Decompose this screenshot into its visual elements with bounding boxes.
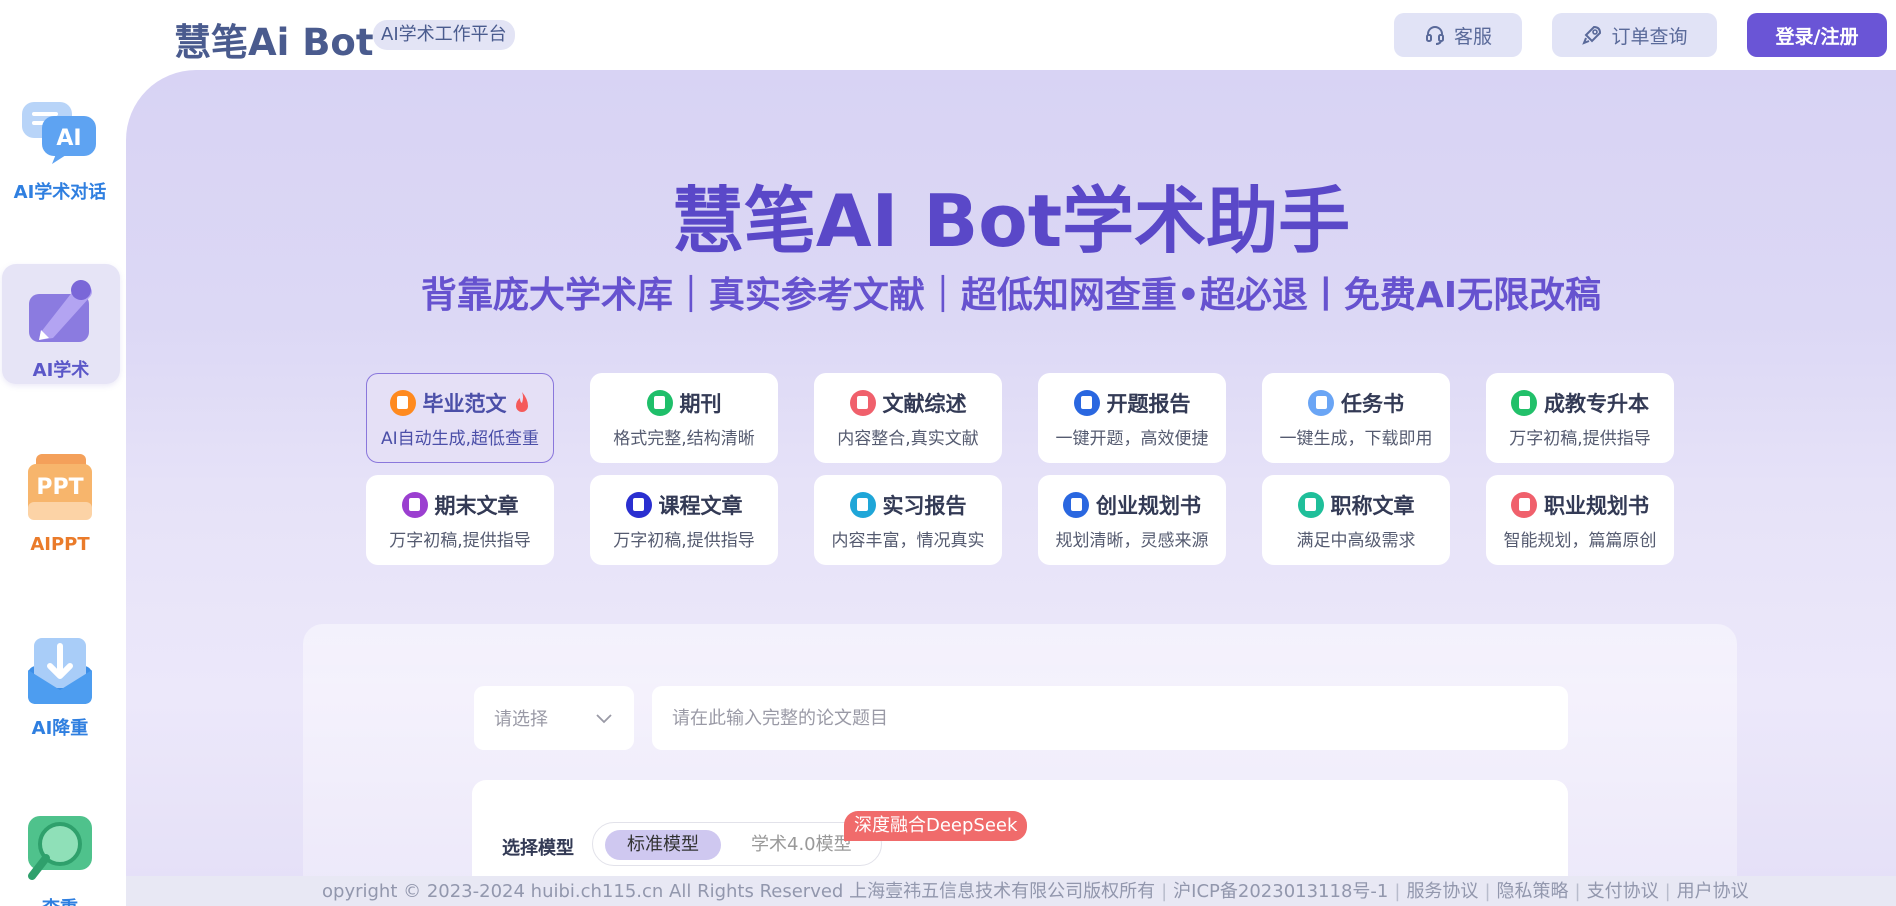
card-title: 职称文章	[1330, 493, 1415, 518]
card-title: 实习报告	[882, 493, 967, 518]
top-header: 慧笔Ai Bot AI学术工作平台 客服 订单查询 登录/注册	[0, 0, 1896, 70]
footer-separator: |	[1484, 881, 1491, 902]
card-desc: 万字初稿,提供指导	[1509, 428, 1651, 449]
hero-title: 慧笔AI Bot学术助手	[671, 179, 1351, 263]
sidebar-label-ai-rewrite: AI降重	[31, 718, 89, 739]
card-desc: 一键生成，下载即用	[1279, 428, 1433, 449]
card-title: 创业规划书	[1096, 493, 1201, 518]
card-career-plan[interactable]: 职业规划书 智能规划，篇篇原创	[1486, 475, 1674, 565]
order-query-label: 订单查询	[1611, 25, 1688, 48]
card-professional-title-paper[interactable]: 职称文章 满足中高级需求	[1262, 475, 1450, 565]
footer-copyright: opyright © 2023-2024 huibi.ch115.cn All …	[322, 881, 1156, 902]
card-desc: 满足中高级需求	[1296, 530, 1416, 551]
card-course-paper[interactable]: 课程文章 万字初稿,提供指导	[590, 475, 778, 565]
card-title: 毕业范文	[422, 391, 507, 416]
card-desc: 万字初稿,提供指导	[613, 530, 755, 551]
card-title: 任务书	[1341, 391, 1404, 416]
document-icon	[1511, 491, 1537, 518]
customer-service-button[interactable]: 客服	[1394, 13, 1522, 57]
svg-text:AI: AI	[56, 126, 81, 151]
svg-text:PPT: PPT	[36, 475, 83, 500]
card-title: 期刊	[679, 391, 722, 416]
footer-separator: |	[1161, 881, 1168, 902]
card-literature-review[interactable]: 文献综述 内容整合,真实文献	[814, 373, 1002, 463]
footer-privacy-link[interactable]: 隐私策略	[1497, 881, 1569, 902]
book-icon	[1511, 389, 1537, 416]
order-query-button[interactable]: 订单查询	[1552, 13, 1717, 57]
hero-subtitle: 背靠庞大学术库｜真实参考文献｜超低知网查重•超必退丨免费AI无限改稿	[420, 275, 1602, 316]
card-title: 课程文章	[658, 493, 743, 518]
card-desc: 智能规划，篇篇原创	[1503, 530, 1657, 551]
paper-type-select[interactable]: 请选择	[474, 686, 634, 750]
card-title: 开题报告	[1106, 391, 1191, 416]
card-desc: 内容整合,真实文献	[837, 428, 979, 449]
sidebar-item-ai-chat[interactable]: AI AI学术对话	[0, 94, 120, 204]
card-journal[interactable]: 期刊 格式完整,结构清晰	[590, 373, 778, 463]
sidebar-label-ai-academic: AI学术	[32, 360, 90, 381]
card-desc: 万字初稿,提供指导	[389, 530, 531, 551]
sidebar-label-ai-chat: AI学术对话	[13, 182, 107, 203]
card-final-paper[interactable]: 期末文章 万字初稿,提供指导	[366, 475, 554, 565]
left-sidebar: AI AI学术对话 AI学术 PPT AIPPT AI降重	[0, 70, 126, 906]
document-icon	[849, 491, 876, 518]
card-desc: 内容丰富，情况真实	[831, 530, 985, 551]
select-placeholder: 请选择	[494, 709, 548, 730]
card-business-plan[interactable]: 创业规划书 规划清晰，灵感来源	[1038, 475, 1226, 565]
brand-logo-text[interactable]: 慧笔Ai Bot	[174, 12, 374, 66]
sidebar-item-plagiarism-check[interactable]: 查重	[0, 810, 120, 906]
certificate-icon	[1297, 491, 1324, 518]
customer-service-label: 客服	[1453, 25, 1492, 48]
card-adult-education[interactable]: 成教专升本 万字初稿,提供指导	[1486, 373, 1674, 463]
card-task-book[interactable]: 任务书 一键生成，下载即用	[1262, 373, 1450, 463]
card-proposal-report[interactable]: 开题报告 一键开题，高效便捷	[1038, 373, 1226, 463]
model-switch: 标准模型 学术4.0模型	[592, 822, 882, 866]
sidebar-item-aippt[interactable]: PPT AIPPT	[0, 450, 120, 555]
document-icon	[849, 389, 876, 416]
card-desc: 一键开题，高效便捷	[1055, 428, 1209, 449]
sidebar-label-plagiarism-check: 查重	[42, 894, 78, 906]
card-desc: AI自动生成,超低查重	[380, 428, 540, 449]
card-title: 期末文章	[434, 493, 519, 518]
footer-service-link[interactable]: 服务协议	[1406, 881, 1478, 902]
model-select-label: 选择模型	[502, 838, 574, 859]
paper-title-input[interactable]	[652, 686, 1568, 750]
platform-tag: AI学术工作平台	[373, 20, 515, 50]
sidebar-item-ai-rewrite[interactable]: AI降重	[0, 630, 120, 740]
chevron-down-icon	[596, 708, 612, 729]
deepseek-badge: 深度融合DeepSeek	[844, 811, 1028, 841]
document-icon	[646, 389, 673, 416]
card-internship-report[interactable]: 实习报告 内容丰富，情况真实	[814, 475, 1002, 565]
footer-payment-link[interactable]: 支付协议	[1587, 881, 1659, 902]
model-standard-option[interactable]: 标准模型	[605, 830, 721, 860]
login-register-button[interactable]: 登录/注册	[1747, 13, 1887, 57]
download-icon	[20, 630, 100, 710]
ppt-icon: PPT	[20, 450, 100, 530]
document-icon	[401, 491, 428, 518]
fire-icon	[515, 391, 528, 412]
bookmark-icon	[1073, 389, 1100, 416]
footer-bar: opyright © 2023-2024 huibi.ch115.cn All …	[126, 876, 1896, 906]
footer-icp-link[interactable]: 沪ICP备2023013118号-1	[1173, 881, 1388, 902]
footer-separator: |	[1394, 881, 1401, 902]
sidebar-label-aippt: AIPPT	[30, 534, 90, 555]
pen-icon	[21, 272, 101, 352]
card-graduation-thesis[interactable]: 毕业范文 AI自动生成,超低查重	[366, 373, 554, 463]
document-icon	[389, 389, 416, 416]
footer-user-link[interactable]: 用户协议	[1677, 881, 1749, 902]
clipboard-icon	[1308, 389, 1334, 416]
sidebar-item-ai-academic[interactable]: AI学术	[2, 264, 120, 384]
card-desc: 规划清晰，灵感来源	[1055, 530, 1209, 551]
headset-icon	[1424, 24, 1446, 46]
card-title: 文献综述	[882, 391, 967, 416]
document-icon	[1063, 491, 1089, 518]
card-title: 成教专升本	[1544, 391, 1649, 416]
card-title: 职业规划书	[1544, 493, 1649, 518]
footer-separator: |	[1574, 881, 1581, 902]
footer-separator: |	[1664, 881, 1671, 902]
card-desc: 格式完整,结构清晰	[613, 428, 755, 449]
search-icon	[20, 810, 100, 890]
bookmark-icon	[625, 491, 652, 518]
chat-ai-icon: AI	[20, 94, 100, 174]
rocket-icon	[1581, 24, 1603, 46]
